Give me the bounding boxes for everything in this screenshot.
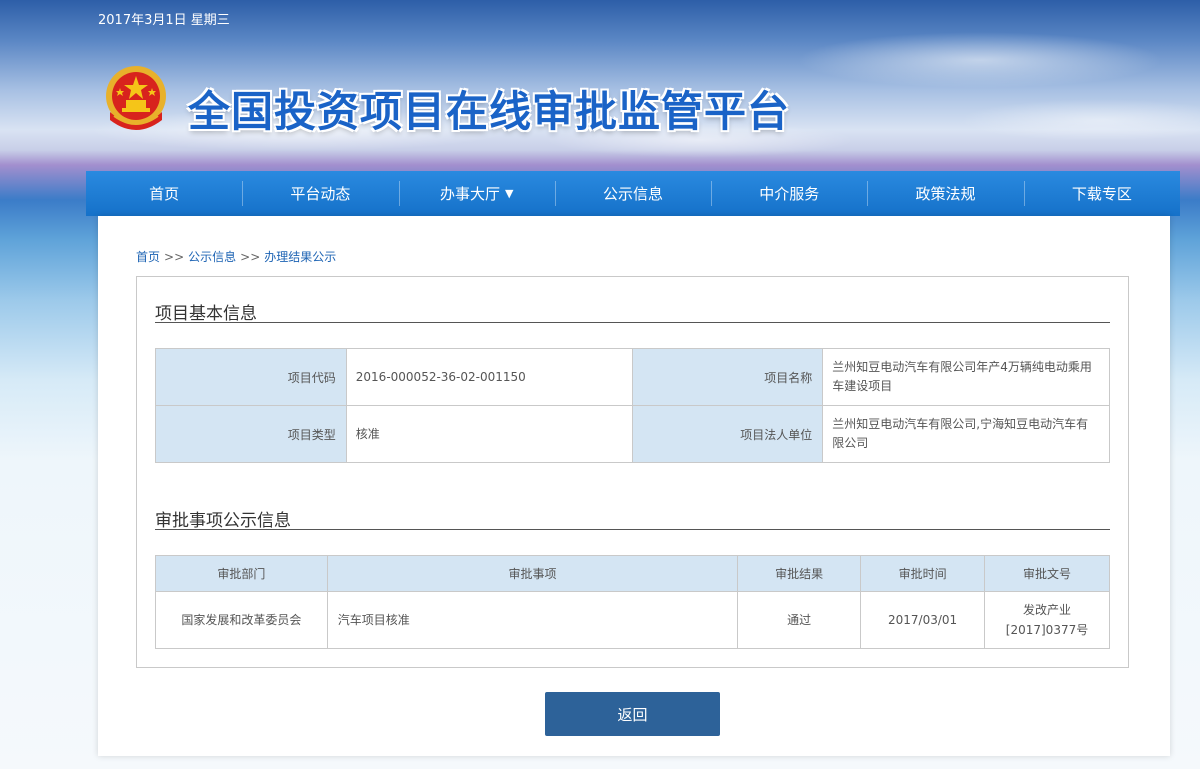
dropdown-arrow-icon: ▼ xyxy=(504,187,514,200)
column-header: 审批文号 xyxy=(984,555,1110,592)
basic-info-table: 项目代码 2016-000052-36-02-001150 项目名称 兰州知豆电… xyxy=(155,348,1110,463)
site-title: 全国投资项目在线审批监管平台 xyxy=(188,87,791,136)
content-box: 项目基本信息 项目代码 2016-000052-36-02-001150 项目名… xyxy=(136,276,1129,668)
label-project-type: 项目类型 xyxy=(155,405,347,463)
nav-label: 办事大厅 xyxy=(439,185,500,203)
table-row: 项目代码 2016-000052-36-02-001150 项目名称 兰州知豆电… xyxy=(155,348,1110,406)
section-title-approval: 审批事项公示信息 xyxy=(155,511,291,531)
label-project-name: 项目名称 xyxy=(631,348,824,406)
breadcrumb-public-info[interactable]: 公示信息 xyxy=(188,250,236,264)
column-header: 审批部门 xyxy=(155,555,328,592)
cell-result: 通过 xyxy=(737,591,862,649)
table-row: 国家发展和改革委员会 汽车项目核准 通过 2017/03/01 发改产业 [20… xyxy=(155,591,1110,649)
label-legal-entity: 项目法人单位 xyxy=(631,405,824,463)
nav-label: 公示信息 xyxy=(602,185,663,203)
nav-item-home[interactable]: 首页 xyxy=(86,171,242,216)
column-header: 审批事项 xyxy=(326,555,739,592)
table-header-row: 审批部门 审批事项 审批结果 审批时间 审批文号 xyxy=(155,555,1110,592)
nav-item-agency-services[interactable]: 中介服务 xyxy=(711,171,867,216)
breadcrumb: 首页 >> 公示信息 >> 办理结果公示 xyxy=(136,248,336,265)
value-project-type: 核准 xyxy=(345,405,633,463)
main-nav: 首页 平台动态 办事大厅 ▼ 公示信息 中介服务 政策法规 下载专区 xyxy=(86,171,1180,216)
column-header: 审批时间 xyxy=(860,555,986,592)
breadcrumb-separator: >> xyxy=(164,250,185,264)
back-button[interactable]: 返回 xyxy=(545,692,720,736)
section-divider xyxy=(155,322,1110,323)
cell-item: 汽车项目核准 xyxy=(326,591,739,649)
nav-label: 平台动态 xyxy=(290,185,351,203)
label-project-code: 项目代码 xyxy=(155,348,347,406)
cell-doc-no: 发改产业 [2017]0377号 xyxy=(984,591,1110,649)
main-panel: 首页 >> 公示信息 >> 办理结果公示 项目基本信息 项目代码 2016-000052… xyxy=(98,216,1170,756)
section-title-basic-info: 项目基本信息 xyxy=(155,304,257,324)
current-date: 2017年3月1日 星期三 xyxy=(98,13,230,28)
nav-item-policies[interactable]: 政策法规 xyxy=(867,171,1023,216)
nav-label: 中介服务 xyxy=(759,185,820,203)
breadcrumb-home[interactable]: 首页 xyxy=(136,250,160,264)
value-project-code: 2016-000052-36-02-001150 xyxy=(345,348,633,406)
breadcrumb-result-publicity[interactable]: 办理结果公示 xyxy=(264,250,336,264)
national-emblem-icon xyxy=(100,62,172,136)
nav-item-service-hall[interactable]: 办事大厅 ▼ xyxy=(398,171,555,216)
nav-item-downloads[interactable]: 下载专区 xyxy=(1023,171,1180,216)
cell-time: 2017/03/01 xyxy=(860,591,986,649)
nav-item-public-info[interactable]: 公示信息 xyxy=(554,171,711,216)
nav-label: 下载专区 xyxy=(1071,185,1132,203)
section-divider xyxy=(155,529,1110,530)
nav-item-platform-news[interactable]: 平台动态 xyxy=(242,171,398,216)
breadcrumb-separator: >> xyxy=(240,250,261,264)
value-project-name: 兰州知豆电动汽车有限公司年产4万辆纯电动乘用车建设项目 xyxy=(822,348,1110,406)
nav-label: 首页 xyxy=(149,185,180,203)
column-header: 审批结果 xyxy=(737,555,862,592)
approval-table: 审批部门 审批事项 审批结果 审批时间 审批文号 国家发展和改革委员会 汽车项目… xyxy=(155,555,1110,649)
nav-label: 政策法规 xyxy=(915,185,976,203)
cell-dept: 国家发展和改革委员会 xyxy=(155,591,328,649)
value-legal-entity: 兰州知豆电动汽车有限公司,宁海知豆电动汽车有限公司 xyxy=(822,405,1110,463)
table-row: 项目类型 核准 项目法人单位 兰州知豆电动汽车有限公司,宁海知豆电动汽车有限公司 xyxy=(155,405,1110,463)
